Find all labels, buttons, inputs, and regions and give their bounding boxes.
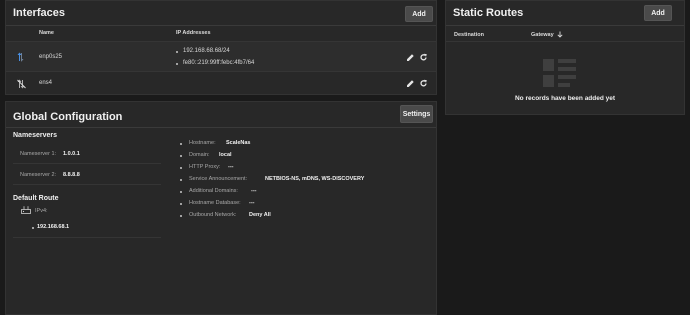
bullet-dot	[180, 143, 182, 145]
nameserver-label: Nameserver 2:	[20, 172, 57, 178]
detail-label: Additional Domains:	[189, 188, 238, 194]
nameserver-value: 1.0.0.1	[63, 151, 80, 157]
add-route-button[interactable]: Add	[644, 5, 672, 21]
default-route-heading: Default Route	[13, 195, 59, 202]
nameserver-value: 8.8.8.8	[63, 172, 80, 178]
empty-message: No records have been added yet	[514, 95, 616, 102]
arrow-down-icon	[557, 31, 563, 38]
ipv4-gateway: 192.168.68.1	[37, 224, 70, 230]
interface-row-enp0s25[interactable]: enp0s25 192.168.68.68/24 fe80::219:99ff:…	[6, 42, 436, 71]
divider	[13, 184, 161, 185]
bullet-dot	[180, 203, 182, 205]
header-divider	[446, 41, 684, 42]
interfaces-card: Interfaces Add Name IP Addresses enp0s25…	[5, 0, 437, 95]
nameserver-label: Nameserver 1:	[20, 151, 57, 157]
ip-address: 192.168.68.68/24	[183, 48, 230, 54]
link-down-icon	[17, 79, 26, 89]
detail-label: Outbound Network:	[189, 212, 237, 218]
column-destination: Destination	[454, 32, 484, 38]
bullet-dot	[176, 51, 178, 53]
detail-value: NETBIOS-NS, mDNS, WS-DISCOVERY	[265, 176, 365, 182]
static-routes-title: Static Routes	[453, 7, 524, 19]
gateway-label: Gateway	[531, 31, 554, 38]
interface-name: enp0s25	[39, 54, 63, 60]
bullet-dot	[176, 63, 178, 65]
bullet-dot	[180, 155, 182, 157]
column-gateway[interactable]: Gateway	[531, 31, 563, 38]
column-ip-addresses: IP Addresses	[176, 30, 211, 36]
ip-address: fe80::219:99ff:febc:4fb7/64	[183, 60, 255, 66]
interfaces-header: Interfaces Add	[6, 1, 436, 26]
global-configuration-card: Global Configuration Settings Nameserver…	[5, 101, 437, 315]
bullet-dot	[180, 167, 182, 169]
detail-label: Hostname:	[189, 140, 216, 146]
bullet-dot	[180, 179, 182, 181]
detail-label: Domain:	[189, 152, 210, 158]
add-interface-button[interactable]: Add	[405, 6, 433, 22]
edit-icon[interactable]	[406, 53, 415, 62]
detail-label: Hostname Database:	[189, 200, 241, 206]
divider	[13, 237, 161, 238]
edit-icon[interactable]	[406, 79, 415, 88]
static-routes-header: Static Routes Add	[446, 1, 684, 26]
detail-value: Deny All	[249, 212, 271, 218]
detail-label: Service Announcement:	[189, 176, 248, 182]
detail-value: local	[219, 152, 232, 158]
detail-value: ---	[251, 188, 257, 194]
detail-value: ScaleNas	[226, 140, 251, 146]
divider	[13, 163, 161, 164]
link-up-icon	[17, 52, 24, 62]
bullet-dot	[32, 227, 34, 229]
column-name: Name	[39, 30, 54, 36]
interface-name: ens4	[39, 80, 53, 86]
bullet-dot	[180, 191, 182, 193]
empty-list-icon	[543, 59, 576, 87]
ipv4-label: IPv4:	[35, 208, 48, 214]
static-routes-card: Static Routes Add Destination Gateway No…	[445, 0, 685, 115]
interface-row-ens4[interactable]: ens4	[6, 72, 436, 95]
router-icon	[21, 206, 31, 214]
nameservers-heading: Nameservers	[13, 132, 57, 139]
settings-button[interactable]: Settings	[400, 105, 433, 123]
refresh-icon[interactable]	[419, 53, 428, 62]
bullet-dot	[180, 215, 182, 217]
interfaces-title: Interfaces	[13, 7, 65, 19]
detail-value: ---	[228, 164, 234, 170]
detail-value: ---	[249, 200, 255, 206]
refresh-icon[interactable]	[419, 79, 428, 88]
detail-label: HTTP Proxy:	[189, 164, 221, 170]
global-configuration-title: Global Configuration	[13, 111, 123, 123]
global-configuration-header: Global Configuration Settings	[6, 102, 436, 128]
